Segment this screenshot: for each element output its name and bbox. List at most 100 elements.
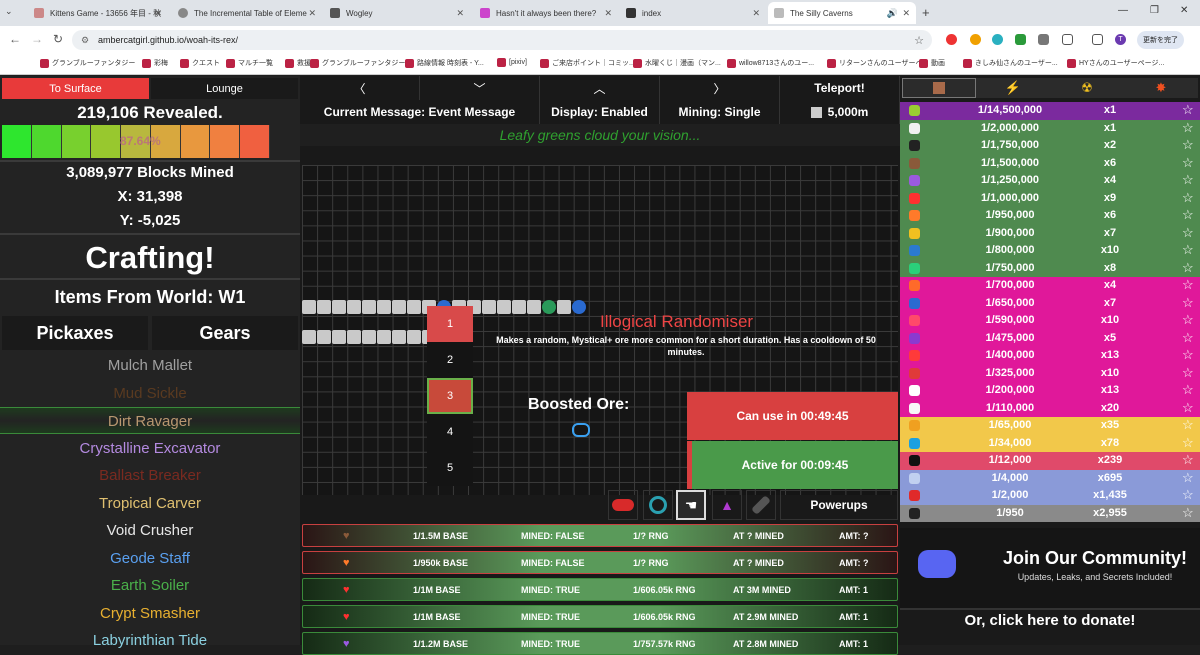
close-icon[interactable]: ✕ bbox=[604, 8, 612, 19]
powerup-slot-3[interactable]: 3 bbox=[427, 378, 473, 414]
bookmark-item[interactable]: 彩梅 bbox=[142, 58, 168, 68]
ore-inventory-row[interactable]: 1/475,000 x5 ☆ bbox=[900, 329, 1200, 347]
close-icon[interactable]: ✕ bbox=[308, 8, 316, 19]
close-icon[interactable]: ✕ bbox=[752, 8, 760, 19]
ore-inventory-row[interactable]: 1/14,500,000 x1 ☆ bbox=[900, 102, 1200, 120]
favorite-star-icon[interactable]: ☆ bbox=[1182, 102, 1194, 118]
site-info-icon[interactable]: ⚙ bbox=[81, 35, 89, 46]
gears-tab[interactable]: Gears bbox=[152, 316, 298, 350]
minimize-icon[interactable]: — bbox=[1118, 5, 1128, 16]
update-button[interactable]: 更新を完了 bbox=[1137, 31, 1184, 49]
ore-inventory-row[interactable]: 1/4,000 x695 ☆ bbox=[900, 469, 1200, 487]
prev-arrow-button[interactable]: 〈 bbox=[300, 76, 420, 100]
ore-inventory-row[interactable]: 1/34,000 x78 ☆ bbox=[900, 434, 1200, 452]
to-surface-button[interactable]: To Surface bbox=[2, 78, 149, 99]
display-toggle[interactable]: Display: Enabled bbox=[540, 100, 660, 124]
favorite-star-icon[interactable]: ☆ bbox=[1182, 260, 1194, 276]
powerup-slot-4[interactable]: 4 bbox=[427, 414, 473, 450]
bookmark-item[interactable]: グランブルーファンタジー bbox=[40, 58, 135, 68]
tab-silly-caverns[interactable]: The Silly Caverns 🔊 ✕ bbox=[768, 2, 916, 24]
powerup-slot-2[interactable]: 2 bbox=[427, 342, 473, 378]
current-message-toggle[interactable]: Current Message: Event Message bbox=[300, 100, 540, 124]
mining-mode-toggle[interactable]: Mining: Single bbox=[660, 100, 780, 124]
favorite-star-icon[interactable]: ☆ bbox=[1182, 137, 1194, 153]
ore-inventory-row[interactable]: 1/2,000 x1,435 ☆ bbox=[900, 487, 1200, 505]
bookmark-item[interactable]: [pixiv] bbox=[497, 58, 527, 67]
ore-inventory-row[interactable]: 1/1,750,000 x2 ☆ bbox=[900, 137, 1200, 155]
pickaxe-item[interactable]: Geode Staff bbox=[0, 545, 300, 572]
pickaxe-item[interactable]: Crystalline Excavator bbox=[0, 435, 300, 462]
witch-hat-powerup-icon[interactable]: ▲ bbox=[712, 490, 742, 520]
radiation-tab[interactable]: ☢ bbox=[1050, 78, 1124, 98]
back-icon[interactable]: ← bbox=[9, 32, 21, 46]
powerups-button[interactable]: Powerups bbox=[780, 490, 898, 520]
url-input[interactable]: ⚙ ambercatgirl.github.io/woah-its-rex/ ☆ bbox=[72, 30, 932, 50]
bookmark-item[interactable]: HYさんのユーザーページ... bbox=[1067, 58, 1164, 68]
favorite-star-icon[interactable]: ☆ bbox=[1182, 400, 1194, 416]
ore-inventory-row[interactable]: 1/950,000 x6 ☆ bbox=[900, 207, 1200, 225]
tab-incremental[interactable]: The Incremental Table of Eleme ✕ bbox=[172, 2, 322, 24]
ore-inventory-row[interactable]: 1/650,000 x7 ☆ bbox=[900, 294, 1200, 312]
ore-inventory-row[interactable]: 1/12,000 x239 ☆ bbox=[900, 452, 1200, 470]
bookmark-item[interactable]: ご来店ポイント｜コミッ... bbox=[540, 58, 635, 68]
pickaxes-tab[interactable]: Pickaxes bbox=[2, 316, 148, 350]
close-icon[interactable]: ✕ bbox=[154, 8, 162, 19]
bookmark-item[interactable]: マルチ一覧 bbox=[226, 58, 273, 68]
tab-search-icon[interactable]: ⌄ bbox=[5, 6, 13, 17]
ore-inventory-row[interactable]: 1/800,000 x10 ☆ bbox=[900, 242, 1200, 260]
tab-index[interactable]: index ✕ bbox=[620, 2, 766, 24]
favorite-star-icon[interactable]: ☆ bbox=[1182, 207, 1194, 223]
pickaxe-item[interactable]: Void Crusher bbox=[0, 517, 300, 544]
community-banner[interactable]: Join Our Community! Updates, Leaks, and … bbox=[900, 528, 1200, 608]
extension-gray-icon[interactable] bbox=[1038, 34, 1049, 45]
ore-inventory-row[interactable]: 1/750,000 x8 ☆ bbox=[900, 259, 1200, 277]
ore-inventory-row[interactable]: 1/700,000 x4 ☆ bbox=[900, 277, 1200, 295]
pickaxe-item[interactable]: Mulch Mallet bbox=[0, 352, 300, 379]
pickaxe-item[interactable]: Crypt Smasher bbox=[0, 600, 300, 627]
extension-teal-icon[interactable] bbox=[992, 34, 1003, 45]
favorite-star-icon[interactable]: ☆ bbox=[1182, 295, 1194, 311]
close-icon[interactable]: ✕ bbox=[902, 8, 910, 19]
tab-kittens[interactable]: Kittens Game - 13656 年目 - 秋 ✕ bbox=[28, 2, 168, 24]
bookmark-item[interactable]: きしみ仙さんのユーザー... bbox=[963, 58, 1058, 68]
favorite-star-icon[interactable]: ☆ bbox=[1182, 382, 1194, 398]
ore-inventory-row[interactable]: 1/950 x2,955 ☆ bbox=[900, 504, 1200, 522]
favorite-star-icon[interactable]: ☆ bbox=[1182, 312, 1194, 328]
favorite-star-icon[interactable]: ☆ bbox=[1182, 365, 1194, 381]
bookmark-item[interactable]: willow8713さんのユー... bbox=[727, 58, 814, 68]
ore-inventory-row[interactable]: 1/65,000 x35 ☆ bbox=[900, 417, 1200, 435]
pickaxe-item[interactable]: Mud Sickle bbox=[0, 380, 300, 407]
pickaxe-item[interactable]: Tropical Carver bbox=[0, 490, 300, 517]
powerup-slot-5[interactable]: 5 bbox=[427, 450, 473, 486]
ore-inventory-row[interactable]: 1/1,500,000 x6 ☆ bbox=[900, 154, 1200, 172]
bandage-powerup-icon[interactable] bbox=[746, 490, 776, 520]
ore-inventory-row[interactable]: 1/1,000,000 x9 ☆ bbox=[900, 189, 1200, 207]
powerup-slot-1[interactable]: 1 bbox=[427, 306, 473, 342]
ore-inventory-row[interactable]: 1/590,000 x10 ☆ bbox=[900, 312, 1200, 330]
reload-icon[interactable]: ↻ bbox=[53, 32, 63, 46]
gauge-powerup-icon[interactable] bbox=[643, 490, 673, 520]
new-tab-icon[interactable]: + bbox=[922, 5, 930, 20]
close-icon[interactable]: ✕ bbox=[456, 8, 464, 19]
favorite-star-icon[interactable]: ☆ bbox=[1182, 435, 1194, 451]
cloud-powerup-icon[interactable] bbox=[608, 490, 638, 520]
favorite-star-icon[interactable]: ☆ bbox=[1182, 470, 1194, 486]
pickaxe-item[interactable]: Earth Soiler bbox=[0, 572, 300, 599]
extension-red-icon[interactable] bbox=[946, 34, 957, 45]
tab-hasnt[interactable]: Hasn't it always been there? ✕ bbox=[474, 2, 618, 24]
favorite-star-icon[interactable]: ☆ bbox=[1182, 155, 1194, 171]
favorite-star-icon[interactable]: ☆ bbox=[1182, 417, 1194, 433]
burst-tab[interactable]: ✸ bbox=[1124, 78, 1198, 98]
favorite-star-icon[interactable]: ☆ bbox=[1182, 190, 1194, 206]
extension-check-icon[interactable] bbox=[1015, 34, 1026, 45]
extensions-puzzle-icon[interactable] bbox=[1062, 34, 1073, 45]
profile-avatar[interactable]: T bbox=[1115, 34, 1126, 45]
ore-inventory-row[interactable]: 1/900,000 x7 ☆ bbox=[900, 224, 1200, 242]
speaker-icon[interactable]: 🔊 bbox=[887, 8, 898, 19]
forward-icon[interactable]: → bbox=[31, 32, 43, 46]
ore-inventory-row[interactable]: 1/400,000 x13 ☆ bbox=[900, 347, 1200, 365]
donate-link[interactable]: Or, click here to donate! bbox=[900, 612, 1200, 629]
bookmark-item[interactable]: クエスト bbox=[180, 58, 220, 68]
favorite-star-icon[interactable]: ☆ bbox=[1182, 452, 1194, 468]
favorite-star-icon[interactable]: ☆ bbox=[1182, 120, 1194, 136]
